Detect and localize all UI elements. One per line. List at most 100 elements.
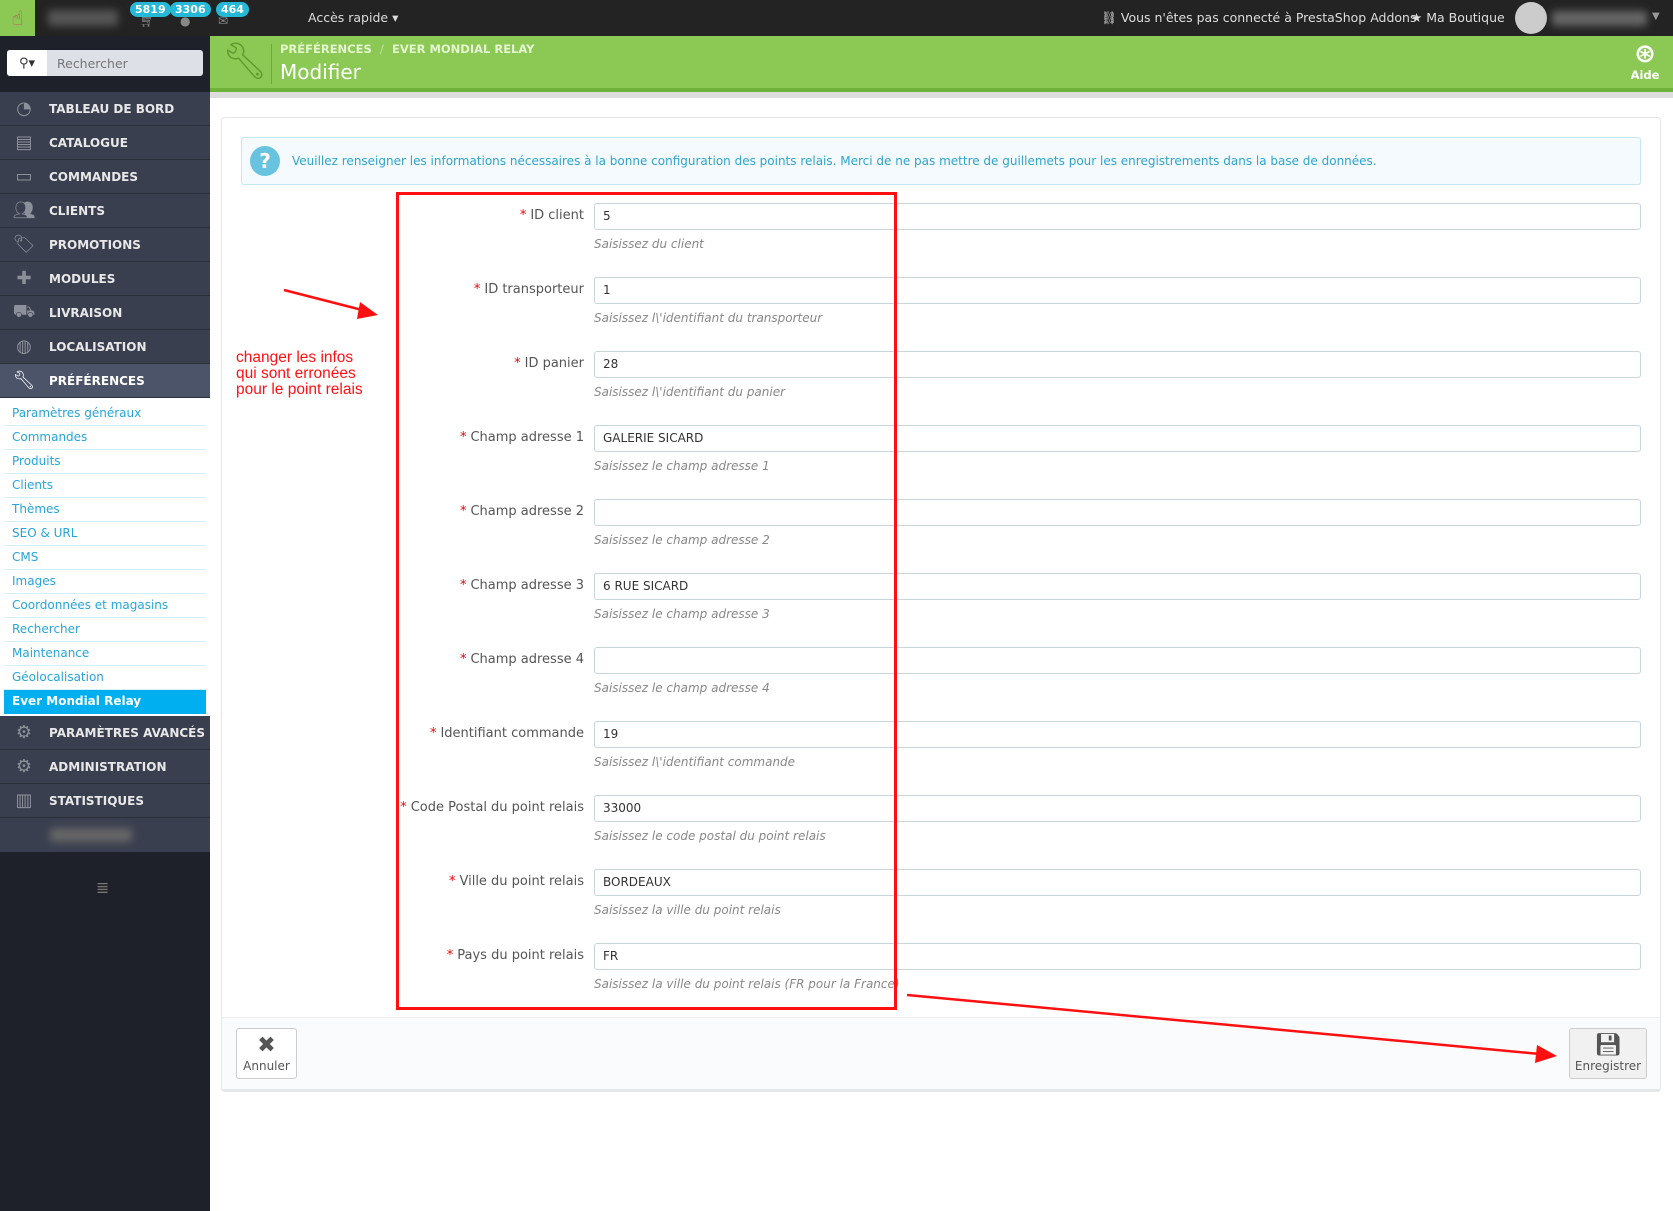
hand-pointer-icon: ☝ (11, 6, 24, 30)
preferences-submenu: Paramètres généraux Commandes Produits Clie… (0, 398, 210, 716)
annotation-line: changer les infos (236, 349, 354, 366)
question-icon: ? (250, 146, 280, 176)
sidebar-item-label: PRÉFÉRENCES (49, 373, 145, 388)
sidebar-item-label: LIVRAISON (49, 305, 123, 320)
sidebar-item-pr-f-rences[interactable]: 🔧︎ PRÉFÉRENCES (0, 364, 210, 398)
top-bar: ☝ 🛒︎ 5819 ● 3306 ✉ 464 Accès rapide ▾ ⛓ … (0, 0, 1673, 36)
bar-chart-icon: ▥ (15, 790, 33, 811)
sidebar-item-label: CATALOGUE (49, 135, 128, 150)
avatar[interactable] (1515, 2, 1547, 34)
submenu-item[interactable]: Thèmes (4, 498, 206, 522)
submenu-item[interactable]: Commandes (4, 426, 206, 450)
users-icon: 👥︎ (12, 200, 36, 221)
cancel-button[interactable]: ✖ Annuler (236, 1028, 297, 1079)
sidebar-item-localisation[interactable]: ◍ LOCALISATION (0, 330, 210, 364)
addons-status-label: Vous n'êtes pas connecté à PrestaShop Ad… (1120, 10, 1417, 25)
unlink-icon: ⛓ (1101, 10, 1117, 25)
caret-down-icon: ▾ (392, 10, 399, 25)
sidebar-item-tableau-de-bord[interactable]: ◔ TABLEAU DE BORD (0, 92, 210, 126)
wrench-icon: 🔧︎ (222, 41, 268, 82)
submenu-item[interactable]: Géolocalisation (4, 666, 206, 690)
submenu-item[interactable]: SEO & URL (4, 522, 206, 546)
sidebar-search: ⚲▾ (7, 50, 203, 76)
sidebar-item-label: LOCALISATION (49, 339, 147, 354)
submenu-item[interactable]: Paramètres généraux (4, 402, 206, 426)
sidebar-item-label: ADMINISTRATION (49, 759, 167, 774)
orders-badge[interactable]: 5819 (130, 2, 171, 17)
submenu-item[interactable]: Clients (4, 474, 206, 498)
annotation-line: pour le point relais (236, 381, 363, 398)
submenu-item[interactable]: Maintenance (4, 642, 206, 666)
breadcrumb-ever-mondial-relay[interactable]: EVER MONDIAL RELAY (392, 42, 535, 56)
info-alert-text: Veuillez renseigner les informations néc… (292, 154, 1377, 168)
breadcrumb: PRÉFÉRENCES / EVER MONDIAL RELAY (280, 42, 535, 56)
submenu-item[interactable]: Ever Mondial Relay (4, 690, 206, 714)
search-icon: ⚲▾ (18, 55, 36, 71)
sidebar-item-label: STATISTIQUES (49, 793, 144, 808)
sidebar-item-label: PARAMÈTRES AVANCÉS (49, 725, 206, 740)
search-type-button[interactable]: ⚲▾ (7, 50, 47, 76)
annotation-highlight-box (396, 192, 897, 1010)
page-title: Modifier (280, 60, 361, 84)
sidebar-item-label: PROMOTIONS (49, 237, 141, 252)
cog-icon: ⚙ (15, 756, 33, 777)
help-button[interactable]: ⊛ Aide (1625, 40, 1665, 82)
sidebar-item-promotions[interactable]: 🏷︎ PROMOTIONS (0, 228, 210, 262)
sidebar-item-statistiques[interactable]: ▥ STATISTIQUES (0, 784, 210, 818)
employee-name-blurred[interactable] (1552, 11, 1647, 26)
submenu-item[interactable]: Produits (4, 450, 206, 474)
quick-access-menu[interactable]: Accès rapide ▾ (308, 10, 398, 25)
addons-status-link[interactable]: ⛓ Vous n'êtes pas connecté à PrestaShop … (1101, 10, 1416, 26)
save-label: Enregistrer (1574, 1059, 1642, 1073)
sidebar-item-label: COMMANDES (49, 169, 139, 184)
annotation-note: changer les infos qui sont erronées pour… (236, 350, 363, 398)
dashboard-icon: ◔ (16, 98, 32, 119)
form-footer (222, 1017, 1660, 1089)
submenu-item[interactable]: CMS (4, 546, 206, 570)
my-shop-link[interactable]: ★ Ma Boutique (1411, 10, 1505, 25)
messages-badge[interactable]: 464 (216, 2, 249, 17)
sidebar-item-clients[interactable]: 👥︎ CLIENTS (0, 194, 210, 228)
my-shop-label: Ma Boutique (1426, 10, 1505, 25)
sidebar-item-administration[interactable]: ⚙ ADMINISTRATION (0, 750, 210, 784)
sidebar-item-label: CLIENTS (49, 203, 105, 218)
annotation-line: qui sont erronées (236, 365, 356, 382)
sidebar-item-param-tres-avanc-s[interactable]: ⚙ PARAMÈTRES AVANCÉS (0, 716, 210, 750)
sidebar-item-label: TABLEAU DE BORD (49, 101, 175, 116)
info-alert: ? Veuillez renseigner les informations n… (241, 137, 1641, 185)
sidebar-item-catalogue[interactable]: ▤ CATALOGUE (0, 126, 210, 160)
breadcrumb-preferences[interactable]: PRÉFÉRENCES (280, 42, 372, 56)
sidebar-item-blurred[interactable] (0, 818, 210, 852)
tags-icon: 🏷︎ (12, 234, 36, 255)
prestashop-logo[interactable]: ☝ (0, 0, 35, 36)
cogs-icon: ⚙ (15, 722, 33, 743)
shop-name-blurred (48, 10, 118, 26)
collapse-menu-icon[interactable]: ≣ (96, 878, 109, 897)
sidebar-item-label: MODULES (49, 271, 116, 286)
save-button[interactable]: 💾︎ Enregistrer (1569, 1028, 1647, 1079)
header-shadow (210, 92, 1673, 98)
submenu-item[interactable]: Images (4, 570, 206, 594)
sidebar-item-modules[interactable]: ✚ MODULES (0, 262, 210, 296)
submenu-item[interactable]: Rechercher (4, 618, 206, 642)
breadcrumb-separator: / (379, 42, 384, 56)
sidebar-item-commandes[interactable]: ▭ COMMANDES (0, 160, 210, 194)
sidebar: ⚲▾ Paramètres générauxCommandesProduitsC… (0, 36, 210, 1211)
truck-icon: ⛟ (12, 300, 36, 322)
star-icon: ★ (1411, 10, 1423, 25)
lifebuoy-icon: ⊛ (1634, 39, 1656, 69)
submenu-item[interactable]: Coordonnées et magasins (4, 594, 206, 618)
caret-down-icon[interactable]: ▼ (1652, 11, 1660, 22)
quick-access-label: Accès rapide (308, 10, 389, 25)
help-label: Aide (1630, 68, 1660, 82)
cancel-label: Annuler (243, 1059, 290, 1073)
wrench-icon: 🔧︎ (12, 370, 36, 391)
customers-badge[interactable]: 3306 (170, 2, 211, 17)
search-input[interactable] (49, 50, 199, 76)
close-icon: ✖ (257, 1033, 276, 1058)
credit-card-icon: ▭ (15, 166, 33, 187)
sidebar-item-livraison[interactable]: ⛟ LIVRAISON (0, 296, 210, 330)
header-divider (271, 44, 272, 84)
book-icon: ▤ (15, 132, 33, 153)
globe-icon: ◍ (16, 336, 32, 357)
